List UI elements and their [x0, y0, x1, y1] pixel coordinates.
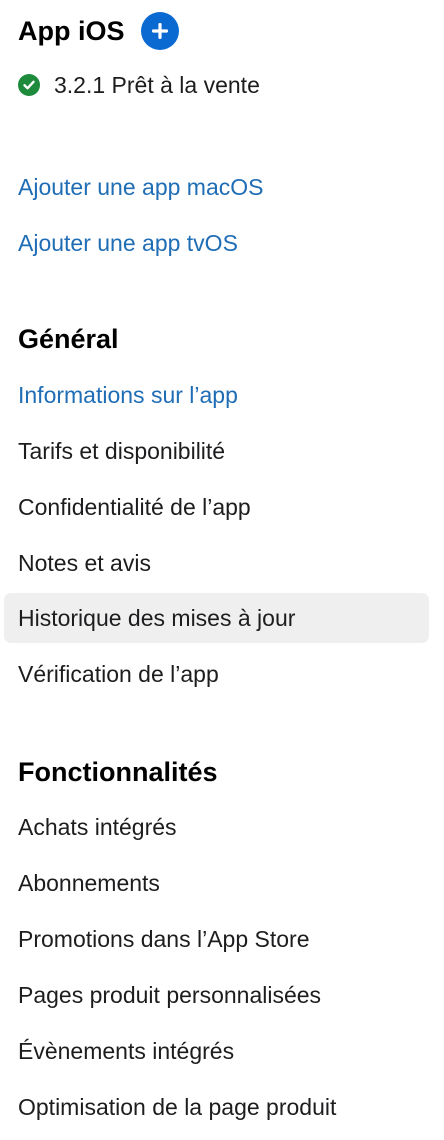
- sidebar-item-app-review[interactable]: Vérification de l’app: [4, 649, 429, 699]
- sidebar-item-app-store-promotions[interactable]: Promotions dans l’App Store: [4, 914, 429, 964]
- sidebar-item-app-information[interactable]: Informations sur l’app: [4, 370, 429, 420]
- sidebar-item-app-privacy[interactable]: Confidentialité de l’app: [4, 482, 429, 532]
- sidebar-item-subscriptions[interactable]: Abonnements: [4, 858, 429, 908]
- sidebar-item-in-app-events[interactable]: Évènements intégrés: [4, 1026, 429, 1076]
- general-section-title: Général: [18, 324, 119, 354]
- add-tvos-app-link[interactable]: Ajouter une app tvOS: [18, 228, 238, 258]
- check-circle-icon: [18, 74, 40, 96]
- sidebar-item-custom-product-pages[interactable]: Pages produit personnalisées: [4, 970, 429, 1020]
- sidebar-item-ratings-reviews[interactable]: Notes et avis: [4, 538, 429, 588]
- add-platform-button[interactable]: [140, 12, 179, 50]
- add-macos-app-link[interactable]: Ajouter une app macOS: [18, 172, 263, 202]
- version-status-label: 3.2.1 Prêt à la vente: [54, 71, 260, 98]
- sidebar-item-version-history[interactable]: Historique des mises à jour: [4, 593, 429, 643]
- app-version-status[interactable]: 3.2.1 Prêt à la vente: [18, 70, 260, 100]
- app-ios-header: App iOS: [18, 12, 179, 50]
- sidebar-item-pricing-availability[interactable]: Tarifs et disponibilité: [4, 426, 429, 476]
- plus-circle-icon: [151, 23, 168, 39]
- sidebar-item-product-page-optimization[interactable]: Optimisation de la page produit: [4, 1082, 429, 1132]
- app-sidebar: App iOS 3.2.1 Prêt à la vente Ajouter un…: [0, 0, 444, 1140]
- features-section-title: Fonctionnalités: [18, 757, 218, 787]
- app-ios-title: App iOS: [18, 16, 125, 46]
- sidebar-item-in-app-purchases[interactable]: Achats intégrés: [4, 802, 429, 852]
